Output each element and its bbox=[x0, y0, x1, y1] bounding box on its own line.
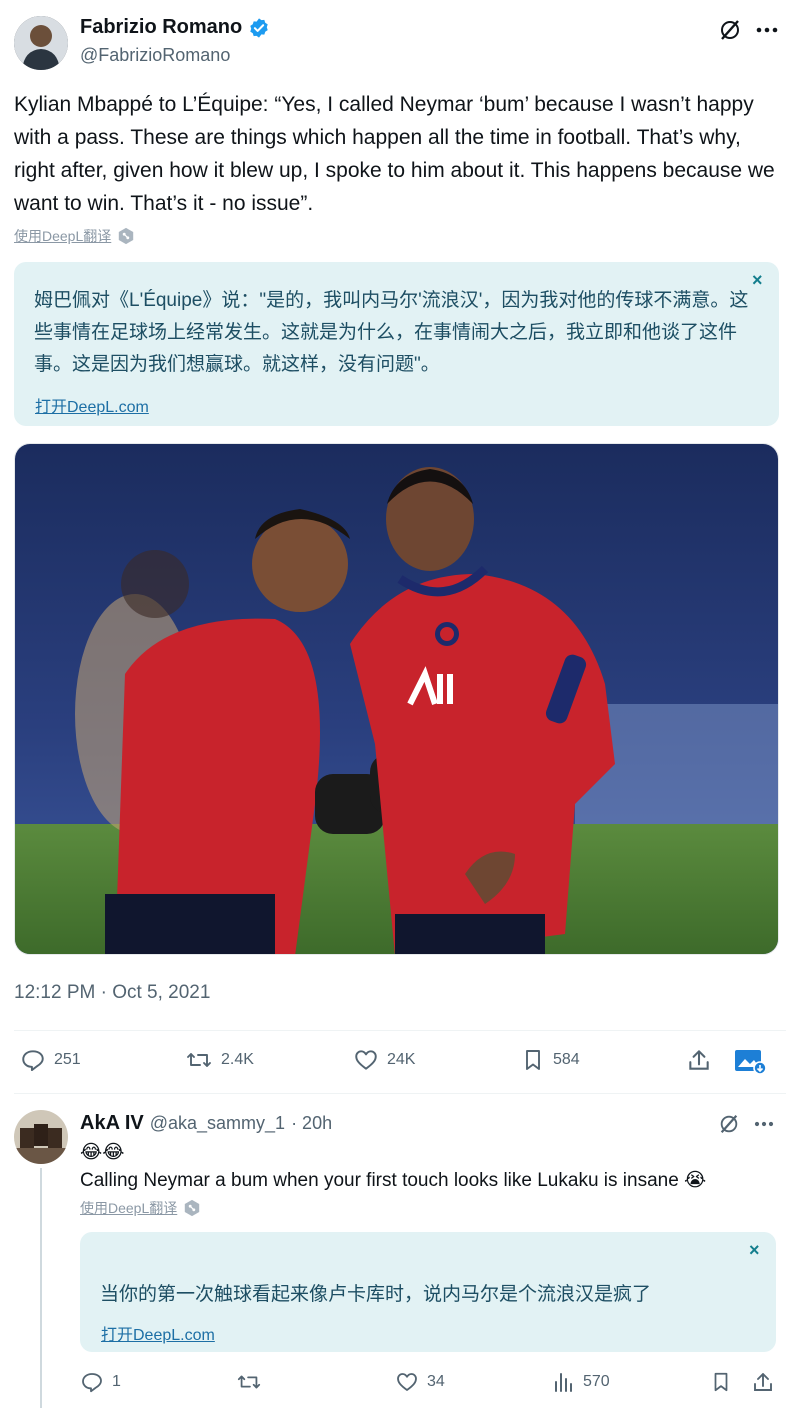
reply-views-button[interactable]: 570 bbox=[553, 1370, 610, 1394]
divider bbox=[14, 1093, 786, 1094]
bookmark-icon bbox=[521, 1047, 545, 1073]
like-count: 24K bbox=[387, 1051, 416, 1068]
retweet-count: 2.4K bbox=[221, 1051, 254, 1068]
author-name[interactable]: Fabrizio Romano bbox=[80, 16, 242, 39]
save-image-icon[interactable] bbox=[734, 1047, 766, 1075]
reply-bookmark-icon[interactable] bbox=[710, 1370, 732, 1394]
retweet-button[interactable]: 2.4K bbox=[185, 1047, 254, 1073]
reply-retweet-icon[interactable] bbox=[236, 1370, 262, 1394]
analytics-icon bbox=[553, 1370, 575, 1394]
reply-grok-icon[interactable] bbox=[718, 1113, 740, 1135]
bookmark-count: 584 bbox=[553, 1051, 580, 1068]
reply-emoji-line: 😂😂 bbox=[80, 1142, 125, 1163]
reply-reply-button[interactable]: 1 bbox=[80, 1370, 121, 1394]
reply-like-button[interactable]: 34 bbox=[395, 1370, 445, 1394]
author-handle[interactable]: @FabrizioRomano bbox=[80, 45, 230, 66]
reply-icon bbox=[80, 1370, 104, 1394]
like-button[interactable]: 24K bbox=[353, 1047, 415, 1073]
close-translation-button[interactable]: × bbox=[752, 270, 763, 291]
grok-icon[interactable] bbox=[718, 18, 742, 42]
reply-translate-deepl-link[interactable]: 使用DeepL翻译 bbox=[80, 1198, 177, 1218]
author-avatar[interactable] bbox=[14, 16, 68, 70]
verified-badge-icon bbox=[248, 17, 270, 39]
reply-translation-text: 当你的第一次触球看起来像卢卡库时，说内马尔是个流浪汉是疯了 bbox=[100, 1284, 652, 1305]
reply-share-icon[interactable] bbox=[751, 1370, 775, 1394]
reply-close-translation-button[interactable]: × bbox=[749, 1240, 760, 1261]
reply-author-name[interactable]: AkA IV bbox=[80, 1112, 144, 1135]
reply-translation-panel: 当你的第一次触球看起来像卢卡库时，说内马尔是个流浪汉是疯了 打开DeepL.co… bbox=[80, 1232, 776, 1352]
reply-views-count: 570 bbox=[583, 1373, 610, 1390]
share-icon[interactable] bbox=[686, 1047, 712, 1073]
reply-avatar-image bbox=[14, 1110, 68, 1164]
translation-text: 姆巴佩对《L'Équipe》说："是的，我叫内马尔'流浪汉'，因为我对他的传球不… bbox=[34, 290, 749, 375]
reply-reply-count: 1 bbox=[112, 1373, 121, 1390]
retweet-icon bbox=[185, 1047, 213, 1073]
heart-icon bbox=[353, 1047, 379, 1073]
reply-open-deepl-link[interactable]: 打开DeepL.com bbox=[101, 1321, 215, 1345]
translate-deepl-link[interactable]: 使用DeepL翻译 bbox=[14, 226, 111, 246]
tweet-text: Kylian Mbappé to L’Équipe: “Yes, I calle… bbox=[14, 93, 775, 215]
heart-icon bbox=[395, 1370, 419, 1394]
thread-line bbox=[40, 1168, 42, 1408]
translation-panel: 姆巴佩对《L'Équipe》说："是的，我叫内马尔'流浪汉'，因为我对他的传球不… bbox=[14, 262, 779, 426]
divider bbox=[14, 1030, 786, 1031]
tweet-photo[interactable] bbox=[14, 443, 779, 955]
deepl-logo-icon[interactable] bbox=[117, 227, 135, 245]
avatar-image bbox=[14, 16, 68, 70]
reply-deepl-logo-icon[interactable] bbox=[183, 1199, 201, 1217]
tweet-timestamp[interactable]: 12:12 PM · Oct 5, 2021 bbox=[14, 982, 210, 1004]
reply-icon bbox=[20, 1047, 46, 1073]
open-deepl-link[interactable]: 打开DeepL.com bbox=[35, 393, 149, 417]
reply-text: Calling Neymar a bum when your first tou… bbox=[80, 1170, 707, 1191]
reply-button[interactable]: 251 bbox=[20, 1047, 81, 1073]
reply-like-count: 34 bbox=[427, 1373, 445, 1390]
reply-more-options-icon[interactable] bbox=[754, 1120, 774, 1128]
reply-author-avatar[interactable] bbox=[14, 1110, 68, 1164]
more-options-icon[interactable] bbox=[756, 26, 778, 34]
photo-image bbox=[15, 444, 778, 954]
reply-count: 251 bbox=[54, 1051, 81, 1068]
bookmark-button[interactable]: 584 bbox=[521, 1047, 580, 1073]
reply-time[interactable]: · 20h bbox=[291, 1113, 332, 1134]
reply-author-handle[interactable]: @aka_sammy_1 bbox=[150, 1113, 285, 1134]
